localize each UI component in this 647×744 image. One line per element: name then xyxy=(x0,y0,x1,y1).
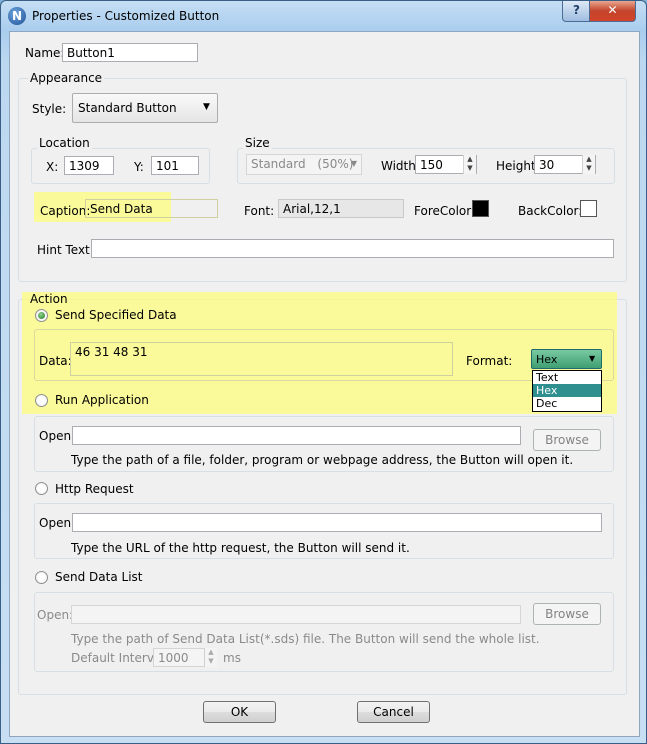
list-open-input[interactable] xyxy=(71,605,521,624)
hint-text-label: Hint Text: xyxy=(37,243,94,257)
send-specified-radio[interactable] xyxy=(35,309,48,322)
run-application-radio[interactable] xyxy=(35,394,48,407)
width-value: 150 xyxy=(420,158,443,172)
style-select-value: Standard Button xyxy=(78,101,177,115)
font-label: Font: xyxy=(244,204,275,218)
window-title: Properties - Customized Button xyxy=(32,9,220,23)
chevron-down-icon: ▼ xyxy=(589,354,596,363)
location-label: Location xyxy=(37,136,92,150)
caption-label: Caption: xyxy=(40,204,91,218)
chevron-down-icon: ▼ xyxy=(350,159,357,168)
format-option-hex[interactable]: Hex xyxy=(533,384,601,397)
cancel-button[interactable]: Cancel xyxy=(357,701,430,723)
format-dropdown-list: Text Hex Dec xyxy=(532,370,602,412)
http-open-input[interactable] xyxy=(72,513,602,532)
x-label: X: xyxy=(46,160,59,174)
list-hint-text: Type the path of Send Data List(*.sds) f… xyxy=(71,632,540,646)
y-label: Y: xyxy=(134,160,144,174)
close-button[interactable]: ✕ xyxy=(589,1,636,22)
run-hint-text: Type the path of a file, folder, program… xyxy=(71,453,574,467)
format-option-dec[interactable]: Dec xyxy=(533,397,601,410)
caption-input[interactable]: Send Data xyxy=(85,199,218,218)
action-group-label: Action xyxy=(30,292,68,306)
run-application-label: Run Application xyxy=(55,393,149,407)
format-label: Format: xyxy=(466,354,513,368)
format-select-value: Hex xyxy=(536,353,558,366)
forecolor-swatch[interactable] xyxy=(472,200,489,217)
font-field[interactable]: Arial,12,1 xyxy=(278,199,404,218)
appearance-group-label: Appearance xyxy=(28,71,105,85)
properties-window: N Properties - Customized Button ? ✕ Nam… xyxy=(0,0,647,744)
x-input[interactable]: 1309 xyxy=(64,156,114,175)
run-browse-button[interactable]: Browse xyxy=(533,429,601,451)
http-request-radio[interactable] xyxy=(35,482,48,495)
data-label: Data: xyxy=(39,354,72,368)
send-data-list-radio[interactable] xyxy=(35,571,48,584)
size-select[interactable]: Standard (50%) ▼ xyxy=(246,154,362,175)
interval-unit: ms xyxy=(223,651,241,665)
data-input[interactable]: 46 31 48 31 xyxy=(70,342,453,376)
height-value: 30 xyxy=(539,158,555,172)
run-open-input[interactable] xyxy=(72,426,521,445)
backcolor-swatch[interactable] xyxy=(580,200,597,217)
ok-button[interactable]: OK xyxy=(203,701,276,723)
app-logo-icon: N xyxy=(8,7,26,25)
list-open-label: Open: xyxy=(37,608,74,622)
style-label: Style: xyxy=(32,102,67,116)
style-select[interactable]: Standard Button ▼ xyxy=(72,93,218,123)
format-select[interactable]: Hex ▼ xyxy=(531,349,602,369)
size-select-value: Standard xyxy=(251,157,306,171)
list-browse-button[interactable]: Browse xyxy=(533,603,601,625)
dialog-body: Name: Button1 Appearance Style: Standard… xyxy=(9,31,640,737)
send-specified-label: Send Specified Data xyxy=(55,308,177,322)
http-open-label: Open: xyxy=(39,516,76,530)
interval-value: 1000 xyxy=(158,651,189,665)
chevron-down-icon: ▼ xyxy=(203,102,210,112)
interval-spinner[interactable]: ▲ ▼ xyxy=(204,648,217,667)
y-input[interactable]: 101 xyxy=(151,156,199,175)
interval-label: Default Interval xyxy=(71,651,165,665)
name-input[interactable]: Button1 xyxy=(62,43,198,62)
title-bar: N Properties - Customized Button ? ✕ xyxy=(1,1,646,31)
run-open-label: Open: xyxy=(39,429,76,443)
http-request-label: Http Request xyxy=(55,482,134,496)
width-spinner[interactable]: ▲ ▼ xyxy=(463,155,476,174)
size-label: Size xyxy=(243,136,272,150)
format-option-text[interactable]: Text xyxy=(533,371,601,384)
size-select-pct: (50%) xyxy=(317,157,354,171)
help-button[interactable]: ? xyxy=(562,1,591,22)
height-spinner[interactable]: ▲ ▼ xyxy=(582,155,595,174)
hint-text-input[interactable] xyxy=(91,239,614,258)
backcolor-label: BackColor: xyxy=(518,204,583,218)
name-label: Name: xyxy=(25,46,65,60)
send-data-list-label: Send Data List xyxy=(55,570,143,584)
http-hint-text: Type the URL of the http request, the Bu… xyxy=(71,541,410,555)
forecolor-label: ForeColor: xyxy=(414,204,476,218)
